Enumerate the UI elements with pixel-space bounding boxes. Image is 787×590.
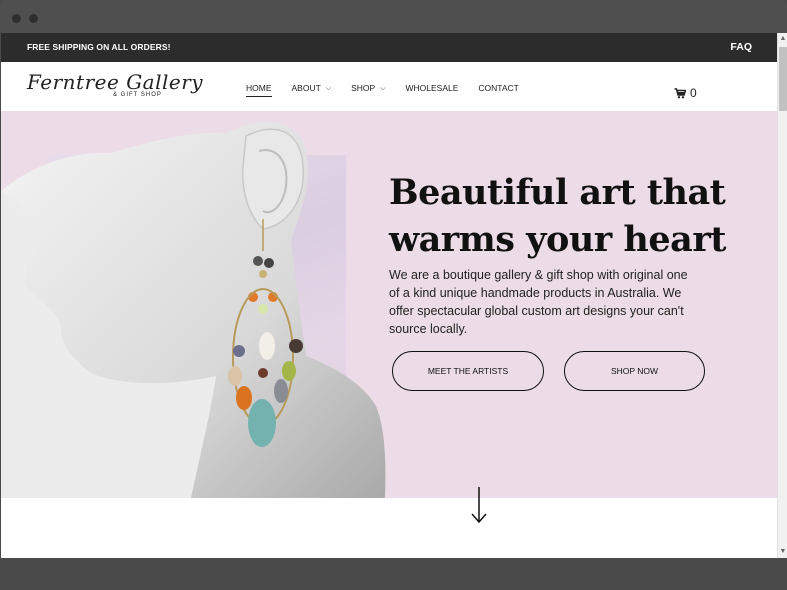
- hero-description: We are a boutique gallery & gift shop wi…: [389, 268, 688, 336]
- window-close-dot[interactable]: [12, 14, 21, 23]
- cart-icon: [674, 87, 686, 98]
- nav-item-home[interactable]: HOME: [246, 83, 272, 97]
- nav-item-label: SHOP: [351, 83, 376, 93]
- nav-item-label: CONTACT: [478, 83, 519, 93]
- page-viewport: FREE SHIPPING ON ALL ORDERS! FAQ Ferntre…: [1, 33, 777, 558]
- scroll-up-icon[interactable]: ▲: [779, 35, 787, 43]
- site-header: Ferntree Gallery & GIFT SHOP HOME ABOUT ⌵…: [1, 62, 777, 111]
- nav-item-label: ABOUT: [291, 83, 321, 93]
- nav-item-contact[interactable]: CONTACT: [478, 83, 518, 97]
- hero-title: Beautiful art that warms your heart: [389, 169, 729, 263]
- earring-bust-image: [1, 122, 386, 498]
- logo-subtitle: & GIFT SHOP: [113, 92, 162, 98]
- browser-chrome: [0, 0, 787, 33]
- nav-item-wholesale[interactable]: WHOLESALE: [406, 83, 459, 97]
- nav-item-label: HOME: [246, 83, 272, 93]
- cart-button[interactable]: 0: [674, 86, 697, 100]
- hero-section: Beautiful art that warms your heart We a…: [1, 111, 777, 498]
- nav-item-about[interactable]: ABOUT ⌵: [292, 83, 332, 97]
- scroll-down-arrow-icon[interactable]: [471, 485, 487, 525]
- faq-link[interactable]: FAQ: [730, 41, 752, 53]
- cart-count: 0: [690, 86, 697, 100]
- meet-the-artists-button[interactable]: MEET THE ARTISTS: [392, 351, 544, 391]
- nav-item-shop[interactable]: SHOP ⌵: [351, 83, 385, 97]
- hero-title-line2: warms your heart: [389, 219, 726, 260]
- shop-now-button[interactable]: SHOP NOW: [564, 351, 705, 391]
- logo-wordmark: Ferntree Gallery: [27, 70, 204, 94]
- main-nav: HOME ABOUT ⌵ SHOP ⌵ WHOLESALE CONTACT: [246, 83, 539, 97]
- window-bottom-bar: [0, 558, 787, 590]
- nav-item-label: WHOLESALE: [405, 83, 459, 93]
- hero-title-line1: Beautiful art that: [389, 172, 726, 213]
- page-scrollbar[interactable]: ▲ ▼: [777, 33, 787, 558]
- window-minimize-dot[interactable]: [29, 14, 38, 23]
- shipping-promo: FREE SHIPPING ON ALL ORDERS!: [27, 42, 171, 52]
- scroll-down-icon[interactable]: ▼: [779, 548, 787, 556]
- announcement-bar: FREE SHIPPING ON ALL ORDERS! FAQ: [1, 33, 777, 62]
- chevron-down-icon: ⌵: [325, 85, 332, 92]
- site-logo[interactable]: Ferntree Gallery & GIFT SHOP: [27, 70, 204, 102]
- chevron-down-icon: ⌵: [380, 85, 386, 92]
- scroll-thumb[interactable]: [779, 47, 787, 111]
